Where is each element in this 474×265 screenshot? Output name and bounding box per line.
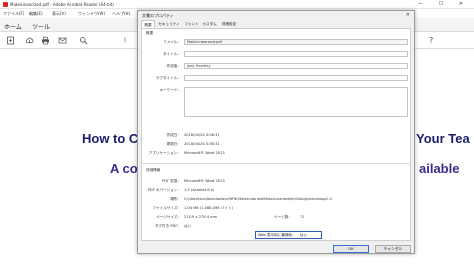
author-label: 作成者： — [166, 64, 181, 68]
close-icon[interactable]: ✕ — [406, 12, 410, 18]
section-title-advanced: 詳細情報 — [146, 168, 161, 172]
dialog-title: 文書のプロパティ — [142, 13, 174, 18]
upload-icon[interactable] — [25, 36, 34, 45]
title-bar: MakeLinearized.pdf - Adobe Acrobat Reade… — [0, 0, 474, 9]
mail-icon[interactable] — [58, 36, 67, 45]
ok-button[interactable]: OK — [333, 245, 369, 253]
fast-web-view-label: Web 表示用に最適化： — [258, 233, 296, 237]
print-icon[interactable] — [41, 36, 50, 45]
title-label: タイトル： — [163, 52, 181, 56]
file-label: ファイル： — [163, 40, 181, 44]
tab-tools[interactable]: ツール — [32, 22, 50, 31]
menu-window[interactable]: ウィンドウ(W) — [78, 11, 105, 17]
tab-overview[interactable]: 概要 — [141, 20, 155, 28]
created-value: 2018/04/24 0:58:31 — [184, 133, 220, 137]
menu-view[interactable]: 表示(V) — [52, 11, 66, 17]
subject-field[interactable] — [184, 75, 408, 81]
application-label: アプリケーション： — [148, 151, 181, 155]
file-field: MakeLinearized.pdf — [184, 39, 408, 45]
page-count-label: ページ数： — [274, 215, 292, 219]
page-size-value: 215.9 x 279.4 mm — [184, 215, 218, 219]
acrobat-app-icon — [3, 2, 8, 7]
toolbar-partial-control[interactable]: ( — [124, 37, 126, 44]
menu-edit[interactable]: 編集(E) — [29, 11, 43, 17]
document-heading-left: How to C — [82, 131, 139, 146]
keywords-label: キーワード： — [159, 88, 181, 92]
modified-value: 2018/04/24 0:58:31 — [184, 142, 220, 146]
tagged-pdf-label: タグ付き PDF： — [154, 224, 181, 228]
author-field[interactable]: Jody Handley — [184, 63, 408, 69]
document-properties-dialog: 文書のプロパティ ✕ 概要 セキュリティ フォント カスタム 詳細設定 概要 フ… — [137, 10, 415, 254]
page-count-value: 72 — [300, 215, 305, 219]
pdf-version-label: PDF のバージョン： — [147, 188, 181, 192]
location-value: C:\Users\taun\Downloads\ceTePdf-MakeLine… — [184, 197, 333, 201]
fast-web-view-value: はい — [299, 233, 308, 237]
subject-label: サブタイトル： — [155, 76, 181, 80]
section-divider — [142, 163, 410, 164]
tab-fonts[interactable]: フォント — [183, 20, 200, 28]
fast-web-view-highlight: Web 表示用に最適化： はい — [255, 231, 322, 239]
section-title-overview: 概要 — [146, 31, 154, 35]
pdf-version-value: 1.5 (Acrobat 6.x) — [184, 188, 215, 192]
producer-label: PDF 変換： — [162, 179, 181, 183]
menu-file[interactable]: ファイル(F) — [3, 11, 24, 17]
window-title: MakeLinearized.pdf - Adobe Acrobat Reade… — [10, 2, 114, 7]
document-subheading-right: ailable — [419, 161, 460, 176]
tab-security[interactable]: セキュリティ — [156, 20, 182, 28]
created-label: 作成日： — [166, 133, 181, 137]
overview-panel: 概要 ファイル： MakeLinearized.pdf タイトル： 作成者： J… — [141, 28, 411, 241]
window-controls[interactable]: — ☐ ✕ — [418, 1, 470, 7]
tagged-pdf-value: はい — [184, 224, 192, 228]
application-value: Microsoft® Word 2013 — [184, 151, 225, 155]
help-icon[interactable]: ? — [429, 36, 433, 45]
page-size-label: ページサイズ： — [156, 215, 181, 219]
producer-value: Microsoft® Word 2013 — [184, 179, 225, 183]
cancel-button[interactable]: キャンセル — [375, 245, 411, 253]
modified-label: 更新日： — [166, 142, 181, 146]
keywords-field[interactable] — [184, 87, 408, 117]
tab-advanced[interactable]: 詳細設定 — [219, 20, 239, 28]
create-icon[interactable] — [6, 36, 15, 45]
title-field[interactable] — [184, 51, 408, 57]
tab-custom[interactable]: カスタム — [201, 20, 218, 28]
tab-home[interactable]: ホーム — [4, 22, 22, 31]
search-icon[interactable] — [79, 36, 88, 45]
document-subheading-left: A co — [110, 161, 138, 176]
location-label: 場所： — [170, 197, 181, 201]
dialog-tabs: 概要 セキュリティ フォント カスタム 詳細設定 — [141, 20, 413, 28]
menu-help[interactable]: ヘルプ(H) — [112, 11, 130, 17]
file-size-value: 1.04 MB (1,088,496 バイト) — [184, 206, 233, 210]
file-size-label: ファイルサイズ： — [152, 206, 181, 210]
document-heading-right: Your Tea — [416, 131, 470, 146]
